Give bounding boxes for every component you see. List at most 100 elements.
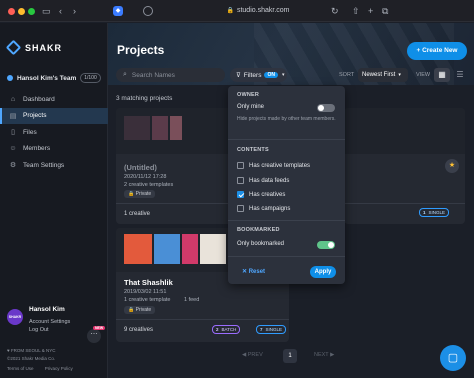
chat-icon: ▢ (447, 352, 459, 364)
footer-links: Terms of Use Privacy Policy (7, 366, 83, 371)
project-title[interactable]: That Shashlik (124, 278, 173, 287)
toggle-knob (318, 105, 324, 111)
option-label: Has creatives (249, 191, 286, 198)
only-mine-toggle[interactable] (317, 104, 335, 112)
search-input[interactable] (131, 71, 212, 79)
tag-number: 1 (423, 210, 426, 215)
project-meta: 2 creative templates (124, 182, 174, 188)
only-bookmarked-toggle[interactable] (317, 241, 335, 249)
grid-view-button[interactable]: ▦ (434, 68, 450, 82)
new-badge: NEW (93, 326, 106, 330)
option-label: Has campaigns (249, 205, 291, 212)
next-page-button[interactable]: NEXT ▶ (314, 352, 334, 358)
sidebar-item-files[interactable]: ▯ Files (0, 124, 108, 141)
page-title: Projects (117, 43, 165, 57)
reload-icon[interactable]: ↻ (331, 5, 339, 17)
lock-icon: 🔒 (128, 191, 136, 197)
home-icon: ⌂ (10, 95, 16, 103)
filter-option-creative-templates[interactable]: Has creative templates (237, 162, 310, 169)
owner-heading: OWNER (237, 92, 260, 98)
new-tab-icon[interactable]: + (368, 5, 373, 17)
filters-button[interactable]: ⊽ Filters ON ▾ (230, 68, 287, 82)
sidebar-item-projects[interactable]: ▤ Projects (0, 107, 108, 124)
tag-label: SINGLE (265, 327, 283, 332)
tag-number: 7 (260, 327, 263, 332)
reset-button[interactable]: ✕ Reset (242, 268, 265, 275)
project-meta-feed: 1 feed (184, 297, 200, 303)
create-new-button[interactable]: + Create New (407, 42, 467, 60)
visibility-badge: 🔒 Private (124, 190, 156, 198)
star-icon: ★ (448, 162, 456, 169)
filters-on-badge: ON (264, 72, 278, 78)
filter-option-data-feeds[interactable]: Has data feeds (237, 177, 289, 184)
chevron-down-icon: ▾ (281, 72, 285, 78)
prev-page-button[interactable]: ◀ PREV (242, 352, 263, 358)
batch-tag: 2 BATCH (212, 325, 241, 334)
sidebar-item-label: Files (23, 128, 37, 136)
close-window-button[interactable] (8, 8, 15, 15)
team-icon (7, 75, 13, 81)
checkbox[interactable] (237, 205, 244, 212)
user-name: Hansol Kim (29, 306, 65, 313)
thumbnail-image (152, 116, 168, 140)
checkbox-checked[interactable] (237, 191, 244, 198)
apply-button[interactable]: Apply (310, 266, 336, 278)
team-name: Hansol Kim's Team (17, 74, 77, 82)
terms-link[interactable]: Terms of Use (7, 366, 34, 371)
footer-from-text: FROM SEOUL & NYC (10, 348, 56, 353)
share-icon[interactable]: ⇧ (352, 5, 360, 17)
lock-icon: 🔒 (226, 8, 234, 14)
minimize-window-button[interactable] (18, 8, 25, 15)
forward-icon[interactable]: › (73, 5, 76, 17)
shakr-logo[interactable]: SHAKR (5, 39, 62, 56)
sidebar-item-members[interactable]: ☺ Members (0, 141, 108, 158)
address-bar[interactable]: 🔒 studio.shakr.com (208, 5, 308, 17)
bookmark-star-button[interactable]: ★ (445, 159, 459, 173)
file-icon: ▯ (11, 129, 15, 137)
sidebar-item-team-settings[interactable]: ⚙ Team Settings (0, 157, 108, 174)
tag-label: BATCH (221, 327, 237, 332)
thumbnail-image (170, 116, 182, 140)
tabs-overview-icon[interactable]: ⧉ (382, 5, 388, 17)
checkbox[interactable] (237, 177, 244, 184)
privacy-link[interactable]: Privacy Policy (45, 366, 73, 371)
filter-option-campaigns[interactable]: Has campaigns (237, 205, 290, 212)
filter-icon: ⊽ (236, 72, 241, 79)
search-box[interactable]: ⌕ (116, 68, 225, 82)
extension-icon[interactable] (143, 6, 153, 16)
grid-icon: ▦ (438, 70, 446, 79)
footer-from: ♥ FROM SEOUL & NYC (7, 348, 56, 353)
list-view-button[interactable]: ☰ (452, 68, 468, 82)
sidebar-nav: ⌂ Dashboard ▤ Projects ▯ Files ☺ Members… (0, 91, 108, 174)
chat-support-button[interactable]: ▢ (440, 345, 466, 371)
project-date: 2020/11/12 17:28 (124, 174, 167, 180)
filters-dropdown: OWNER Only mine Hide projects made by ot… (228, 86, 345, 284)
folder-icon: ▤ (9, 112, 17, 120)
project-card-tags-area[interactable]: ★ 1 SINGLE (344, 108, 465, 224)
sort-select[interactable]: Newest First ▾ (358, 68, 408, 82)
option-label: Has creative templates (249, 162, 311, 169)
toggle-knob (328, 242, 334, 248)
divider (344, 203, 465, 204)
sidebar-item-dashboard[interactable]: ⌂ Dashboard (0, 91, 108, 108)
shield-icon[interactable]: ◆ (113, 6, 123, 16)
team-switcher[interactable]: Hansol Kim's Team 1/100 (7, 73, 103, 83)
logout-link[interactable]: Log Out (29, 327, 49, 333)
more-options-button[interactable]: ⋯ (87, 329, 101, 343)
lock-icon: 🔒 (128, 307, 136, 313)
filter-option-creatives[interactable]: Has creatives (237, 191, 285, 198)
checkbox[interactable] (237, 162, 244, 169)
sidebar-toggle-icon[interactable]: ▭ (42, 5, 51, 17)
maximize-window-button[interactable] (28, 8, 35, 15)
page-number-button[interactable]: 1 (283, 349, 297, 363)
only-mine-label: Only mine (237, 104, 265, 110)
only-bookmarked-row: Only bookmarked (237, 241, 284, 247)
sidebar-item-label: Dashboard (23, 95, 55, 103)
avatar[interactable]: SHAKR (7, 309, 23, 325)
list-icon: ☰ (456, 70, 464, 79)
only-mine-description: Hide projects made by other team members… (237, 116, 336, 122)
account-settings-link[interactable]: Account Settings (29, 319, 70, 325)
back-icon[interactable]: ‹ (59, 5, 62, 17)
project-title[interactable]: (Untitled) (124, 163, 157, 172)
only-bookmarked-label: Only bookmarked (237, 241, 285, 247)
